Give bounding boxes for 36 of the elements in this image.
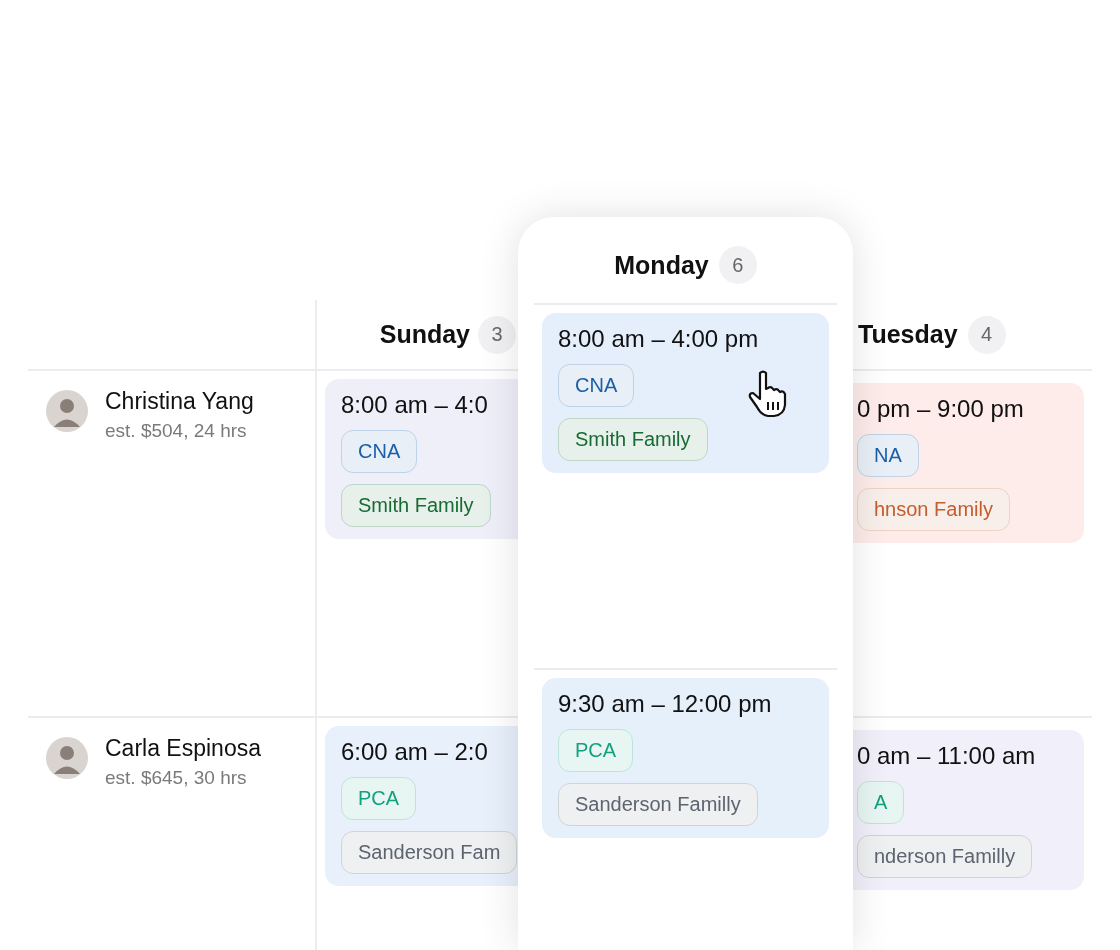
- day-name: Sunday: [379, 320, 470, 349]
- tag-chip: hnson Family: [857, 488, 1010, 531]
- shift-time: 8:00 am – 4:0: [341, 391, 488, 419]
- count-badge: 6: [718, 246, 757, 284]
- shift-time: 8:00 am – 4:00 pm: [558, 325, 759, 353]
- avatar-icon: [46, 737, 88, 779]
- shift-time: 6:00 am – 2:0: [341, 738, 488, 766]
- tag-chip: Smith Family: [558, 418, 708, 461]
- shift-card[interactable]: 8:00 am – 4:00 pm CNA Smith Family: [542, 313, 829, 473]
- shift-card[interactable]: 8:00 am – 4:0 CNA Smith Family: [325, 379, 518, 539]
- staff-name: Christina Yang: [105, 388, 254, 415]
- shift-card[interactable]: 6:00 am – 2:0 PCA Sanderson Fam: [325, 726, 518, 886]
- shift-card[interactable]: 0 am – 11:00 am A nderson Familly: [853, 730, 1084, 890]
- shift-time: 0 am – 11:00 am: [857, 742, 1036, 770]
- tag-chip: CNA: [558, 364, 635, 407]
- shift-time: 9:30 am – 12:00 pm: [558, 690, 772, 718]
- staff-name: Carla Espinosa: [105, 735, 261, 762]
- tag-chip: Smith Family: [341, 484, 491, 527]
- shift-card[interactable]: 0 pm – 9:00 pm NA hnson Family: [853, 383, 1084, 543]
- day-name: Monday: [614, 250, 709, 280]
- avatar-icon: [46, 390, 88, 432]
- tag-chip: CNA: [341, 430, 418, 473]
- estimate-text: est. $645, 30 hrs: [105, 767, 248, 789]
- tag-chip: nderson Familly: [857, 835, 1033, 878]
- tag-chip: PCA: [558, 729, 634, 772]
- tag-chip: Sanderson Familly: [558, 783, 758, 826]
- count-badge: 4: [967, 315, 1006, 354]
- estimate-text: est. $504, 24 hrs: [105, 420, 248, 442]
- shift-card[interactable]: 9:30 am – 12:00 pm PCA Sanderson Familly: [542, 678, 829, 838]
- day-name: Tuesday: [858, 320, 958, 349]
- shift-time: 0 pm – 9:00 pm: [857, 395, 1024, 423]
- count-badge: 3: [478, 315, 516, 354]
- tag-chip: PCA: [341, 777, 417, 820]
- tag-chip: NA: [857, 434, 919, 477]
- tag-chip: Sanderson Fam: [341, 831, 518, 874]
- tag-chip: A: [857, 781, 905, 824]
